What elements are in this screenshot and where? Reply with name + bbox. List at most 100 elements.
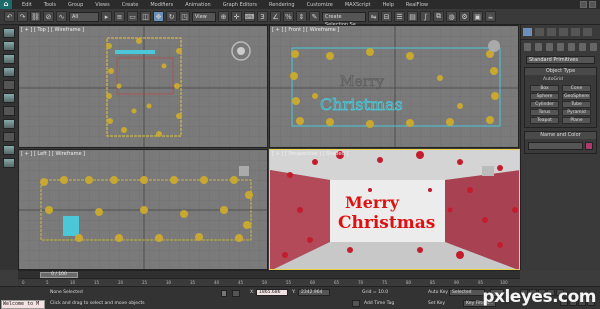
maxscript-listener-field[interactable]: Welcome to M	[1, 300, 45, 309]
tube-button[interactable]: Tube	[562, 101, 591, 108]
left-tool-10[interactable]	[3, 145, 15, 155]
track-bar[interactable]: 0 5 10 15 20 25 30 35 40 45 50 55 60 65 …	[18, 278, 520, 286]
left-tool-4[interactable]	[3, 67, 15, 77]
app-logo-icon[interactable]: ⌂	[0, 0, 12, 9]
motion-tab-icon[interactable]	[559, 28, 568, 36]
menu-create[interactable]: Create	[122, 2, 139, 8]
bind-space-warp-icon[interactable]: ∿	[56, 11, 67, 22]
menu-views[interactable]: Views	[95, 2, 109, 8]
unlink-icon[interactable]: ⊘	[43, 11, 54, 22]
name-color-title[interactable]: Name and Color	[525, 132, 596, 139]
schematic-view-icon[interactable]: ⧉	[433, 11, 444, 22]
sphere-button[interactable]: Sphere	[530, 93, 559, 100]
rect-selection-icon[interactable]: ▭	[127, 11, 138, 22]
undo-icon[interactable]: ↶	[4, 11, 15, 22]
primitive-category-dropdown[interactable]: Standard Primitives	[526, 56, 595, 64]
move-icon[interactable]: ✥	[153, 11, 164, 22]
menu-rendering[interactable]: Rendering	[269, 2, 295, 8]
pyramid-button[interactable]: Pyramid	[562, 109, 591, 116]
menu-tools[interactable]: Tools	[44, 2, 56, 8]
menu-group[interactable]: Group	[68, 2, 83, 8]
rotate-icon[interactable]: ↻	[166, 11, 177, 22]
keyboard-shortcut-icon[interactable]: ⌨	[244, 11, 255, 22]
viewport-front-label[interactable]: [ + ] [ Front ] [ Wireframe ]	[272, 27, 339, 33]
lock-icon[interactable]	[221, 290, 227, 297]
modify-tab-icon[interactable]	[535, 28, 544, 36]
cameras-icon[interactable]	[557, 43, 564, 51]
set-key-label[interactable]: Set Key	[428, 301, 445, 306]
viewport-front[interactable]: Merry Christmas [ + ] [ Front ] [ Wirefr…	[269, 25, 519, 148]
align-icon[interactable]: ⊟	[381, 11, 392, 22]
layer-manager-icon[interactable]: ☰	[394, 11, 405, 22]
menu-animation[interactable]: Animation	[185, 2, 211, 8]
key-mode-dropdown[interactable]: Selected	[449, 289, 485, 296]
left-tool-9[interactable]	[3, 132, 15, 142]
transform-mode-icon[interactable]	[232, 290, 240, 297]
angle-snap-icon[interactable]: ∠	[270, 11, 281, 22]
left-tool-2[interactable]	[3, 41, 15, 51]
edit-named-sets-icon[interactable]: ✎	[309, 11, 320, 22]
plane-button[interactable]: Plane	[562, 117, 591, 124]
viewport-left-label[interactable]: [ + ] [ Left ] [ Wireframe ]	[21, 151, 85, 157]
cone-button[interactable]: Cone	[562, 85, 591, 92]
cylinder-button[interactable]: Cylinder	[530, 101, 559, 108]
graphite-ribbon-icon[interactable]: ▤	[407, 11, 418, 22]
viewport-left[interactable]: [ + ] [ Left ] [ Wireframe ]	[18, 149, 268, 270]
create-tab-icon[interactable]	[523, 28, 532, 36]
link-icon[interactable]: ⛓	[30, 11, 41, 22]
material-editor-icon[interactable]: ◍	[446, 11, 457, 22]
mirror-icon[interactable]: ⇋	[368, 11, 379, 22]
menu-graph-editors[interactable]: Graph Editors	[223, 2, 257, 8]
helpers-icon[interactable]	[568, 43, 575, 51]
menu-help[interactable]: Help	[383, 2, 394, 8]
scale-icon[interactable]: ◳	[179, 11, 190, 22]
left-tool-7[interactable]	[3, 106, 15, 116]
left-tool-1[interactable]	[3, 28, 15, 38]
viewport-top[interactable]: [ + ] [ Top ] [ Wireframe ]	[18, 25, 268, 148]
auto-key-label[interactable]: Auto Key	[428, 290, 448, 295]
viewport-perspective[interactable]: Merry Christmas [ + ] [ Perspective ] [ …	[269, 149, 520, 270]
pivot-center-icon[interactable]: ⊕	[218, 11, 229, 22]
menu-maxscript[interactable]: MAXScript	[345, 2, 371, 8]
search-icon[interactable]	[589, 1, 596, 8]
menu-customize[interactable]: Customize	[307, 2, 333, 8]
redo-icon[interactable]: ↷	[17, 11, 28, 22]
box-button[interactable]: Box	[530, 85, 559, 92]
window-crossing-icon[interactable]: ◫	[140, 11, 151, 22]
viewport-perspective-label[interactable]: [ + ] [ Perspective ] [ Shaded ]	[272, 151, 348, 157]
torus-button[interactable]: Torus	[530, 109, 559, 116]
geosphere-button[interactable]: GeoSphere	[562, 93, 591, 100]
left-tool-3[interactable]	[3, 54, 15, 64]
time-slider-track[interactable]: 0 / 100	[18, 270, 520, 278]
left-tool-5[interactable]	[3, 80, 15, 90]
percent-snap-icon[interactable]: %	[283, 11, 294, 22]
add-time-tag[interactable]: Add Time Tag	[364, 301, 394, 306]
rendered-frame-icon[interactable]: ▣	[472, 11, 483, 22]
object-name-field[interactable]	[528, 142, 583, 150]
manipulate-icon[interactable]: ✛	[231, 11, 242, 22]
named-selection-sets-dropdown[interactable]: Create Selection Se	[322, 11, 366, 28]
time-tag-icon[interactable]	[352, 300, 360, 307]
reference-coord-dropdown[interactable]: View	[192, 11, 216, 22]
shapes-icon[interactable]	[535, 43, 542, 51]
spacewarps-icon[interactable]	[579, 43, 586, 51]
geometry-icon[interactable]	[524, 43, 531, 51]
select-by-name-icon[interactable]: ≡	[114, 11, 125, 22]
object-type-title[interactable]: Object Type	[525, 68, 596, 75]
select-object-icon[interactable]: ▸	[101, 11, 112, 22]
utilities-tab-icon[interactable]	[583, 28, 592, 36]
viewport-top-label[interactable]: [ + ] [ Top ] [ Wireframe ]	[21, 27, 84, 33]
systems-icon[interactable]	[590, 43, 597, 51]
autogrid-checkbox[interactable]: AutoGrid	[525, 75, 596, 83]
display-tab-icon[interactable]	[571, 28, 580, 36]
left-tool-8[interactable]	[3, 119, 15, 129]
render-setup-icon[interactable]: ⚙	[459, 11, 470, 22]
help-icon[interactable]	[580, 1, 587, 8]
menu-realflow[interactable]: RealFlow	[406, 2, 428, 8]
y-coordinate-field[interactable]: 2342.964	[298, 289, 330, 296]
hierarchy-tab-icon[interactable]	[547, 28, 556, 36]
menu-edit[interactable]: Edit	[22, 2, 32, 8]
x-coordinate-field[interactable]: 1865.686	[256, 289, 288, 296]
left-tool-11[interactable]	[3, 158, 15, 168]
menu-modifiers[interactable]: Modifiers	[150, 2, 173, 8]
